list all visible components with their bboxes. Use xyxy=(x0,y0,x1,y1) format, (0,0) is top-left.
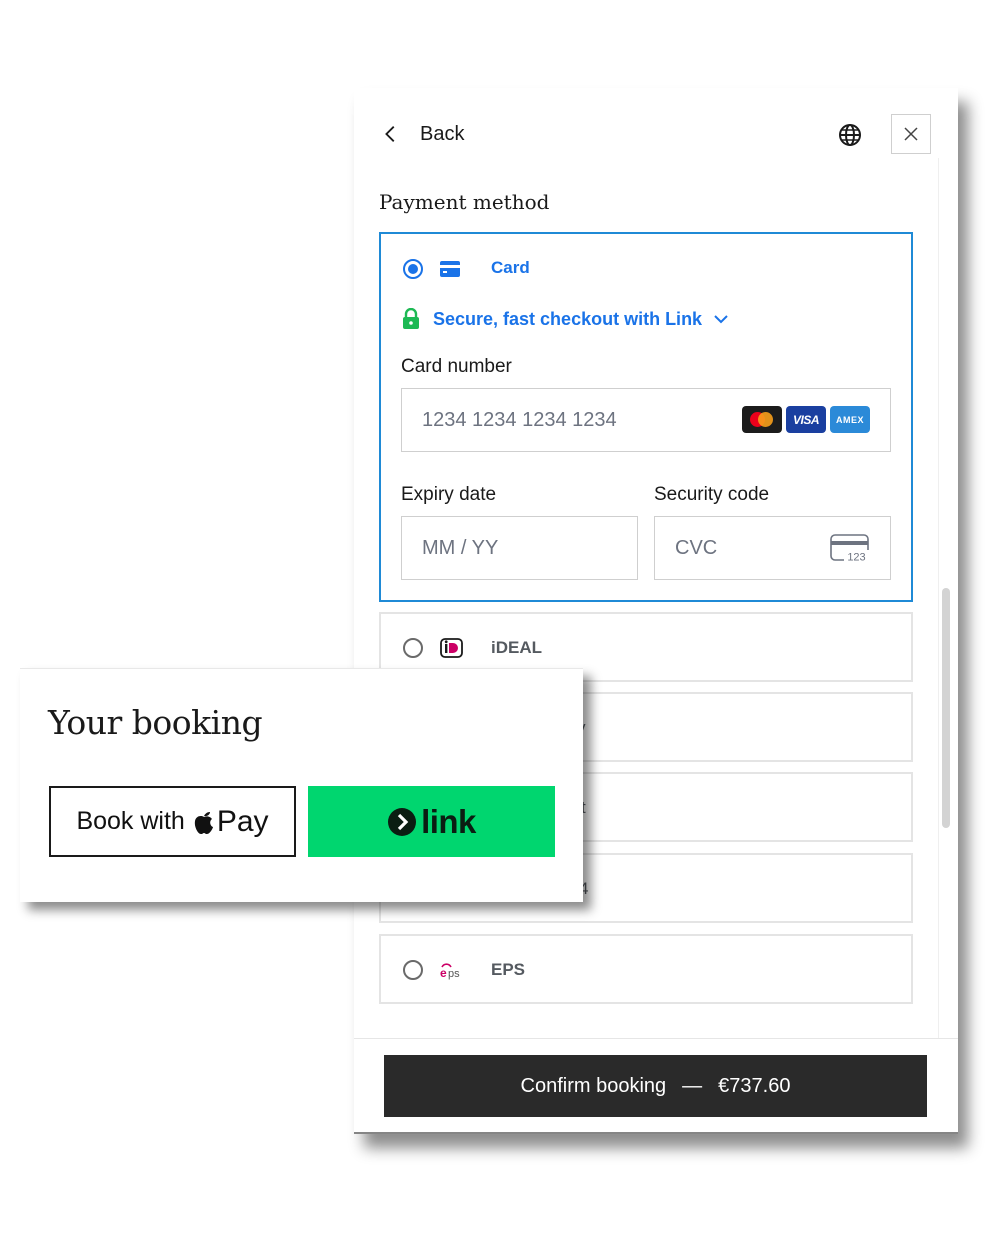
visa-icon: VISA xyxy=(786,406,826,433)
eps-label: EPS xyxy=(491,960,526,979)
confirm-label: Confirm booking xyxy=(520,1074,667,1097)
card-radio[interactable] xyxy=(403,259,423,279)
payment-method-title: Payment method xyxy=(379,190,550,214)
back-label: Back xyxy=(420,122,465,145)
footer-divider xyxy=(354,1038,958,1039)
apple-pay-button[interactable]: Book with Pay xyxy=(49,786,296,857)
card-number-placeholder: 1234 1234 1234 1234 xyxy=(422,408,617,431)
link-word: link xyxy=(421,802,476,840)
close-icon xyxy=(904,127,918,141)
svg-text:123: 123 xyxy=(847,552,865,564)
booking-card: Your booking Book with Pay link xyxy=(20,668,583,902)
eps-icon: e ps xyxy=(440,963,460,980)
mastercard-icon xyxy=(742,406,782,433)
credit-card-icon xyxy=(440,261,460,277)
security-code-label: Security code xyxy=(654,484,770,505)
card-label: Card xyxy=(491,258,530,277)
panel-bottom-edge xyxy=(354,1132,958,1134)
ideal-label: iDEAL xyxy=(491,638,542,657)
apple-logo-icon xyxy=(194,811,213,834)
back-button[interactable]: Back xyxy=(380,118,464,150)
eps-payment-option[interactable]: e ps EPS xyxy=(379,934,913,1004)
cvc-card-icon: 123 xyxy=(830,534,869,564)
booking-title: Your booking xyxy=(48,703,263,742)
confirm-amount: €737.60 xyxy=(718,1074,791,1097)
card-number-input[interactable]: 1234 1234 1234 1234 VISA AMEX xyxy=(401,388,891,452)
expiry-label: Expiry date xyxy=(401,484,497,505)
payment-panel: Back Payment method Card Secure, fast ch… xyxy=(354,88,958,1134)
expiry-input[interactable]: MM / YY xyxy=(401,516,638,580)
card-number-label: Card number xyxy=(401,356,512,377)
svg-text:ps: ps xyxy=(448,968,460,980)
link-checkout-toggle[interactable]: Secure, fast checkout with Link xyxy=(401,308,730,330)
card-brands: VISA AMEX xyxy=(742,406,870,433)
eps-radio[interactable] xyxy=(403,960,423,980)
card-payment-option[interactable]: Card Secure, fast checkout with Link Car… xyxy=(379,232,913,602)
apple-pay-word: Pay xyxy=(216,804,269,838)
chevron-down-icon xyxy=(714,315,728,324)
lock-icon xyxy=(403,308,419,329)
apple-pay-prefix: Book with xyxy=(76,807,185,835)
cvc-placeholder: CVC xyxy=(675,536,718,559)
chevron-left-icon xyxy=(385,126,395,142)
security-code-input[interactable]: CVC 123 xyxy=(654,516,891,580)
scroll-track xyxy=(938,158,939,1038)
ideal-radio[interactable] xyxy=(403,638,423,658)
globe-icon[interactable] xyxy=(838,123,862,147)
scrollbar-thumb[interactable] xyxy=(942,588,950,828)
svg-text:e: e xyxy=(440,966,447,980)
confirm-booking-button[interactable]: Confirm booking — €737.60 xyxy=(384,1055,927,1117)
link-checkout-text: Secure, fast checkout with Link xyxy=(433,308,703,329)
ideal-icon xyxy=(440,638,463,658)
close-button[interactable] xyxy=(891,114,931,154)
link-pay-button[interactable]: link xyxy=(308,786,555,857)
confirm-separator: — xyxy=(682,1074,703,1097)
expiry-placeholder: MM / YY xyxy=(422,536,499,559)
amex-icon: AMEX xyxy=(830,406,870,433)
panel-header: Back xyxy=(354,88,958,178)
link-arrow-icon xyxy=(388,807,417,836)
